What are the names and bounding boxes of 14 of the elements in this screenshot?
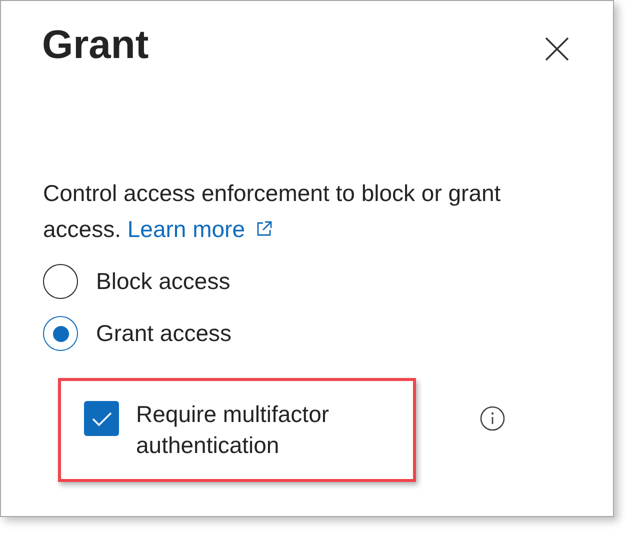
radio-label: Grant access <box>96 319 232 348</box>
radio-button[interactable] <box>43 264 78 299</box>
checkbox-label: Require multifactor authentication <box>136 400 330 460</box>
external-link-icon <box>255 220 273 238</box>
close-button[interactable] <box>543 35 571 63</box>
panel-title: Grant <box>42 22 149 69</box>
close-icon <box>544 36 570 62</box>
learn-more-link[interactable]: Learn more <box>127 211 273 247</box>
checkbox[interactable] <box>84 401 119 436</box>
info-icon[interactable] <box>480 406 505 431</box>
description-text: Control access enforcement to block or grant access. Learn more <box>43 175 501 247</box>
radio-button[interactable] <box>43 316 78 351</box>
checkmark-icon <box>90 410 112 426</box>
radio-label: Block access <box>96 267 230 296</box>
